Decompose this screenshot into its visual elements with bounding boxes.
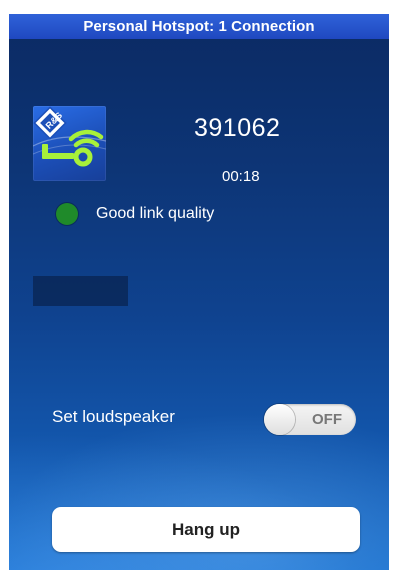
placeholder-box [33,276,128,306]
toggle-knob[interactable] [264,404,295,435]
key-signal-icon: R&S [33,106,106,167]
hang-up-button[interactable]: Hang up [52,507,360,552]
call-screen: Personal Hotspot: 1 Connection R&S 39106… [9,14,389,570]
app-logo-icon: R&S [33,106,106,181]
call-number: 391062 [194,114,281,142]
loudspeaker-toggle[interactable]: OFF [264,404,356,435]
status-bar-hotspot[interactable]: Personal Hotspot: 1 Connection [9,14,389,39]
link-quality-label: Good link quality [96,205,215,222]
toggle-state-label: OFF [312,411,342,428]
status-bar-text: Personal Hotspot: 1 Connection [83,18,315,35]
call-duration: 00:18 [222,168,260,185]
link-quality-indicator-icon [56,203,78,225]
loudspeaker-label: Set loudspeaker [52,407,175,426]
